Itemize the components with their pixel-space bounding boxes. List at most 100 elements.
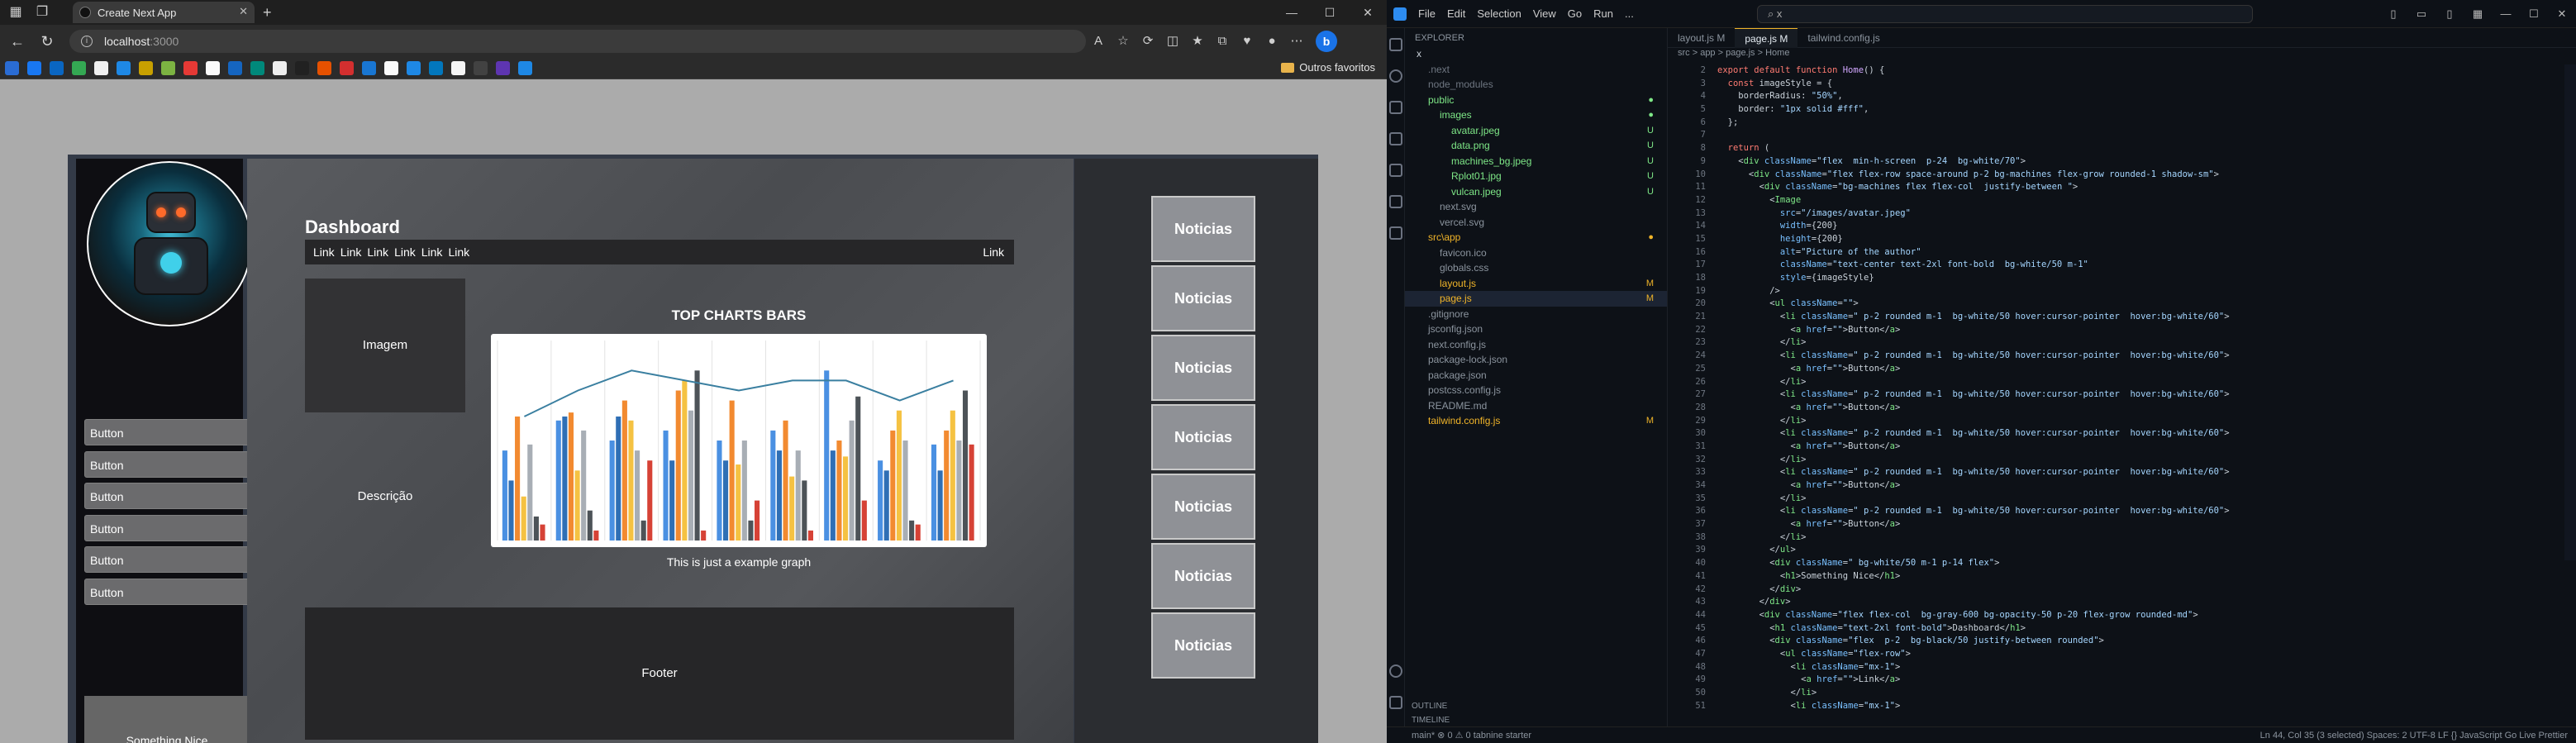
file-tree-item[interactable]: machines_bg.jpeg U <box>1405 154 1667 169</box>
favorite-star-icon[interactable]: ☆ <box>1111 29 1136 54</box>
code-line[interactable]: 17 className="text-center text-2xl font-… <box>1668 259 2576 272</box>
minimap[interactable] <box>2564 64 2576 560</box>
file-tree-item[interactable]: x <box>1405 46 1667 62</box>
menu-selection[interactable]: Selection <box>1477 7 1521 20</box>
other-favorites-folder[interactable]: Outros favoritos <box>1281 61 1375 74</box>
refresh-icon[interactable]: ↻ <box>35 29 60 54</box>
account-icon[interactable] <box>1389 664 1402 678</box>
bookmark-icon[interactable] <box>228 61 242 75</box>
nav-link[interactable]: Link <box>340 245 362 259</box>
collections-icon[interactable]: ⧉ <box>1210 29 1235 54</box>
code-line[interactable]: 3 const imageStyle = { <box>1668 78 2576 91</box>
code-line[interactable]: 32 </li> <box>1668 454 2576 467</box>
file-tree-item[interactable]: favicon.ico <box>1405 245 1667 261</box>
code-line[interactable]: 36 <li className=" p-2 rounded m-1 bg-wh… <box>1668 505 2576 518</box>
code-line[interactable]: 9 <div className="flex min-h-screen p-24… <box>1668 155 2576 169</box>
code-line[interactable]: 38 </li> <box>1668 531 2576 545</box>
close-window-icon[interactable]: ✕ <box>2548 0 2576 28</box>
code-line[interactable]: 12 <Image <box>1668 194 2576 207</box>
bookmark-icon[interactable] <box>362 61 376 75</box>
news-card[interactable]: Noticias <box>1151 335 1255 401</box>
code-line[interactable]: 44 <div className="flex flex-col bg-gray… <box>1668 609 2576 622</box>
close-tab-icon[interactable]: ✕ <box>239 5 248 18</box>
breadcrumb[interactable]: src > app > page.js > Home <box>1668 48 2576 61</box>
bookmark-icon[interactable] <box>72 61 86 75</box>
code-line[interactable]: 34 <a href="">Button</a> <box>1668 479 2576 493</box>
bookmark-icon[interactable] <box>317 61 331 75</box>
file-tree-item[interactable]: data.png U <box>1405 138 1667 154</box>
linkedin-icon[interactable] <box>50 61 64 75</box>
code-line[interactable]: 11 <div className="bg-machines flex flex… <box>1668 181 2576 194</box>
tab-actions-icon[interactable]: ❐ <box>31 2 53 23</box>
news-card[interactable]: Noticias <box>1151 612 1255 679</box>
code-line[interactable]: 29 </li> <box>1668 415 2576 428</box>
code-line[interactable]: 20 <ul className=""> <box>1668 298 2576 311</box>
code-line[interactable]: 18 style={imageStyle} <box>1668 272 2576 285</box>
tab-layout-js[interactable]: layout.js M <box>1668 28 1735 48</box>
file-tree-item[interactable]: node_modules <box>1405 77 1667 93</box>
sidebar-button[interactable]: Button <box>84 514 250 541</box>
sidebar-button[interactable]: Button <box>84 419 250 445</box>
layout-toggle-icon[interactable]: ▯ <box>2379 0 2407 28</box>
bookmark-icon[interactable] <box>295 61 309 75</box>
file-tree-item[interactable]: next.svg <box>1405 199 1667 215</box>
nav-link[interactable]: Link <box>313 245 335 259</box>
news-card[interactable]: Noticias <box>1151 474 1255 540</box>
bookmark-icon[interactable] <box>27 61 41 75</box>
file-tree-item[interactable]: next.config.js <box>1405 337 1667 353</box>
file-tree-item[interactable]: README.md <box>1405 398 1667 414</box>
file-tree-item[interactable]: package.json <box>1405 368 1667 383</box>
close-window-icon[interactable]: ✕ <box>1349 0 1387 25</box>
code-line[interactable]: 37 <a href="">Button</a> <box>1668 518 2576 531</box>
bookmark-icon[interactable] <box>250 61 264 75</box>
run-debug-icon[interactable] <box>1389 132 1402 145</box>
code-line[interactable]: 51 <li className="mx-1"> <box>1668 700 2576 713</box>
refresh-tool-icon[interactable]: ⟳ <box>1136 29 1160 54</box>
code-line[interactable]: 27 <li className=" p-2 rounded m-1 bg-wh… <box>1668 388 2576 402</box>
file-tree-item[interactable]: .next <box>1405 62 1667 78</box>
status-left[interactable]: main* ⊗ 0 ⚠ 0 tabnine starter <box>1412 727 1531 743</box>
menu-run[interactable]: Run <box>1593 7 1613 20</box>
file-tree-item[interactable]: public ● <box>1405 93 1667 108</box>
code-line[interactable]: 48 <li className="mx-1"> <box>1668 661 2576 674</box>
sidebar-button[interactable]: Button <box>84 450 250 478</box>
code-line[interactable]: 16 alt="Picture of the author" <box>1668 246 2576 260</box>
file-tree-item[interactable]: postcss.config.js <box>1405 383 1667 398</box>
sidebar-toggle-icon[interactable]: ▦ <box>5 2 26 23</box>
code-line[interactable]: 45 <h1 className="text-2xl font-bold">Da… <box>1668 622 2576 636</box>
code-line[interactable]: 35 </li> <box>1668 493 2576 506</box>
code-line[interactable]: 7 <box>1668 129 2576 142</box>
file-tree-item[interactable]: globals.css <box>1405 260 1667 276</box>
bookmark-icon[interactable] <box>384 61 398 75</box>
code-line[interactable]: 28 <a href="">Button</a> <box>1668 402 2576 415</box>
code-line[interactable]: 21 <li className=" p-2 rounded m-1 bg-wh… <box>1668 311 2576 324</box>
remote-icon[interactable] <box>1389 195 1402 208</box>
nav-link[interactable]: Link <box>448 245 469 259</box>
bookmark-icon[interactable] <box>117 61 131 75</box>
source-control-icon[interactable] <box>1389 101 1402 114</box>
extensions-icon[interactable]: ♥ <box>1235 29 1259 54</box>
code-line[interactable]: 26 </li> <box>1668 376 2576 389</box>
code-line[interactable]: 43 </div> <box>1668 596 2576 609</box>
code-line[interactable]: 2 export default function Home() { <box>1668 64 2576 78</box>
menu-edit[interactable]: Edit <box>1447 7 1465 20</box>
search-icon[interactable] <box>1389 69 1402 83</box>
code-line[interactable]: 15 height={200} <box>1668 233 2576 246</box>
tab-page-js[interactable]: page.js M <box>1735 28 1798 48</box>
code-line[interactable]: 31 <a href="">Button</a> <box>1668 441 2576 454</box>
code-line[interactable]: 33 <li className=" p-2 rounded m-1 bg-wh… <box>1668 466 2576 479</box>
file-tree-item[interactable]: images ● <box>1405 107 1667 123</box>
sidebar-toggle-icon[interactable]: ▯ <box>2436 0 2464 28</box>
split-screen-icon[interactable]: ◫ <box>1160 29 1185 54</box>
minimize-icon[interactable]: — <box>1273 0 1311 25</box>
bing-copilot-icon[interactable]: b <box>1316 31 1337 52</box>
nav-link[interactable]: Link <box>367 245 388 259</box>
maximize-icon[interactable]: ☐ <box>2520 0 2548 28</box>
status-right[interactable]: Ln 44, Col 35 (3 selected) Spaces: 2 UTF… <box>2260 727 2568 743</box>
bookmark-icon[interactable] <box>518 61 532 75</box>
code-editor[interactable]: 2 export default function Home() {3 const… <box>1668 64 2576 712</box>
bookmark-icon[interactable] <box>407 61 421 75</box>
code-line[interactable]: 42 </div> <box>1668 583 2576 597</box>
news-card[interactable]: Noticias <box>1151 265 1255 331</box>
bookmark-icon[interactable] <box>429 61 443 75</box>
